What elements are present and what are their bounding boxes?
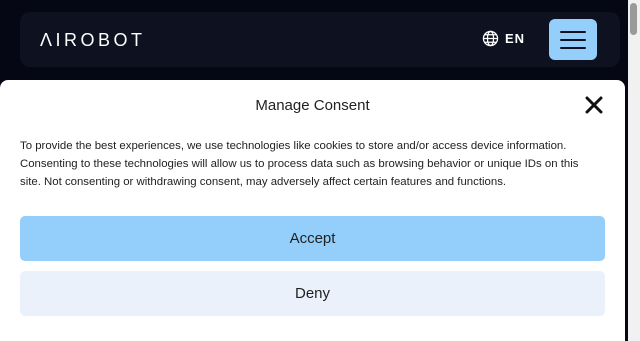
- consent-modal: Manage Consent To provide the best exper…: [0, 80, 625, 341]
- globe-icon: [482, 30, 499, 47]
- language-selector[interactable]: EN: [482, 30, 525, 47]
- deny-button[interactable]: Deny: [20, 271, 605, 316]
- scrollbar-thumb[interactable]: [630, 3, 637, 35]
- scrollbar-track[interactable]: [628, 0, 640, 341]
- logo[interactable]: ΛIROBOT: [40, 30, 146, 50]
- close-button[interactable]: [585, 96, 603, 114]
- accept-button[interactable]: Accept: [20, 216, 605, 261]
- close-icon: [585, 96, 603, 114]
- modal-title: Manage Consent: [255, 97, 370, 114]
- menu-button[interactable]: [549, 19, 597, 60]
- consent-description: To provide the best experiences, we use …: [20, 140, 579, 188]
- language-label: EN: [505, 31, 526, 46]
- page: ΛIROBOT EN Manage Consent To provide the…: [0, 0, 640, 341]
- hamburger-menu-icon: [560, 30, 586, 33]
- site-header: ΛIROBOT EN: [20, 12, 620, 67]
